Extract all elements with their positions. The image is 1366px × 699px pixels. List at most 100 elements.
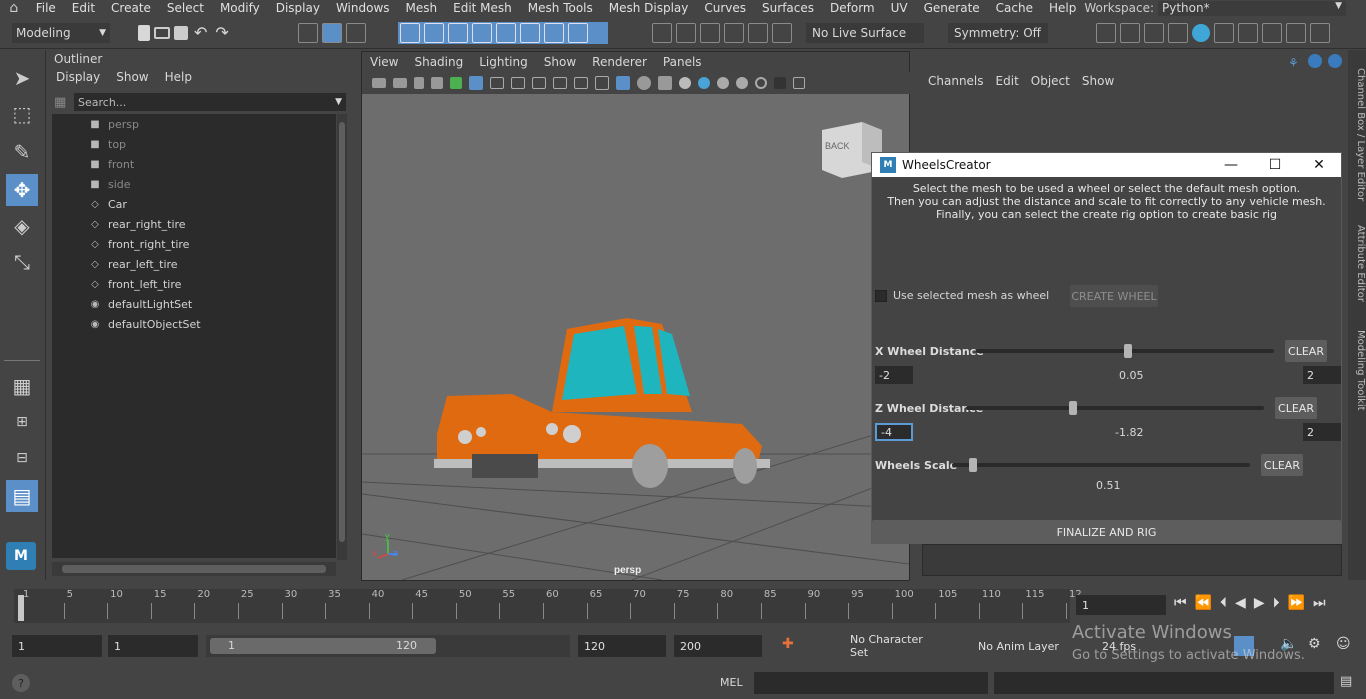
four-pane-icon[interactable]: ⊞ xyxy=(6,406,38,438)
smooth-shade-icon[interactable] xyxy=(616,76,630,90)
resolution-gate-icon[interactable] xyxy=(511,77,525,89)
live-surface-field[interactable]: No Live Surface xyxy=(806,23,924,43)
range-bar[interactable]: 1 120 xyxy=(206,635,570,657)
close-icon[interactable]: ✕ xyxy=(1297,157,1341,173)
viewport-menu-panels[interactable]: Panels xyxy=(655,55,710,69)
channel-menu-channels[interactable]: Channels xyxy=(922,74,990,88)
menu-edit[interactable]: Edit xyxy=(64,1,103,15)
x-distance-slider[interactable] xyxy=(976,344,1274,358)
outliner-menu-help[interactable]: Help xyxy=(157,70,200,84)
graph-editor-icon[interactable] xyxy=(1238,23,1258,43)
x-distance-thumb[interactable] xyxy=(1123,344,1132,358)
menu-generate[interactable]: Generate xyxy=(916,1,988,15)
output-ops-icon[interactable] xyxy=(700,23,720,43)
ao-icon[interactable] xyxy=(717,77,729,89)
viewport-menu-show[interactable]: Show xyxy=(536,55,584,69)
snap-grid-icon[interactable] xyxy=(400,23,420,43)
create-wheel-button[interactable]: CREATE WHEEL xyxy=(1070,285,1158,307)
lock-icon[interactable] xyxy=(1328,54,1342,68)
aa-icon[interactable] xyxy=(755,77,767,89)
step-back-key-icon[interactable]: ⏪ xyxy=(1195,595,1212,611)
current-frame-field[interactable]: 1 xyxy=(1076,595,1166,615)
toggle-panels-icon[interactable] xyxy=(1286,23,1306,43)
x-distance-max-field[interactable]: 2 xyxy=(1303,366,1341,384)
menu-curves[interactable]: Curves xyxy=(696,1,754,15)
paint-select-tool-icon[interactable]: ✎ xyxy=(6,136,38,168)
render-settings-icon[interactable] xyxy=(1144,23,1164,43)
outliner-layout-icon[interactable]: ▤ xyxy=(6,480,38,512)
z-distance-max-field[interactable]: 2 xyxy=(1303,423,1341,441)
sound-icon[interactable]: 🔈 xyxy=(1280,636,1297,652)
lasso-icon[interactable] xyxy=(748,23,768,43)
outliner-item[interactable]: ■ side xyxy=(52,174,336,194)
save-scene-icon[interactable] xyxy=(174,25,188,40)
bookmark-icon[interactable] xyxy=(414,77,424,89)
move-tool-icon[interactable]: ✥ xyxy=(6,174,38,206)
sym-icon[interactable] xyxy=(724,23,744,43)
new-scene-icon[interactable] xyxy=(138,24,150,41)
render-icon[interactable] xyxy=(1096,23,1116,43)
z-distance-min-field[interactable]: -4 xyxy=(875,423,913,441)
outliner-item[interactable]: ◇ rear_right_tire xyxy=(52,214,336,234)
gate-mask-icon[interactable] xyxy=(532,77,546,89)
channel-menu-show[interactable]: Show xyxy=(1076,74,1120,88)
anim-prefs-icon[interactable]: ⚙ xyxy=(1308,636,1321,652)
film-gate-icon[interactable] xyxy=(490,77,504,89)
rotate-tool-icon[interactable]: ◈ xyxy=(6,210,38,242)
snap-extra-icon[interactable] xyxy=(568,23,588,43)
channel-menu-object[interactable]: Object xyxy=(1025,74,1076,88)
outliner-search[interactable]: Search... ▼ xyxy=(74,93,346,111)
menu-display[interactable]: Display xyxy=(268,1,328,15)
go-to-end-icon[interactable]: ⏭ xyxy=(1313,595,1326,611)
command-input[interactable] xyxy=(754,672,988,694)
start-frame-field[interactable]: 1 xyxy=(12,635,102,657)
x-distance-clear-button[interactable]: CLEAR xyxy=(1285,340,1327,362)
outliner-menu-show[interactable]: Show xyxy=(108,70,156,84)
select-hierarchy-icon[interactable] xyxy=(298,23,318,43)
snap-live-icon[interactable] xyxy=(520,23,540,43)
menu-uv[interactable]: UV xyxy=(883,1,916,15)
scale-tool-icon[interactable]: ⤡ xyxy=(6,246,38,278)
shadows-icon[interactable] xyxy=(698,77,710,89)
range-handle[interactable]: 1 120 xyxy=(210,638,436,654)
xray-icon[interactable] xyxy=(793,77,805,89)
menu-surfaces[interactable]: Surfaces xyxy=(754,1,822,15)
minimize-icon[interactable]: — xyxy=(1209,157,1253,173)
outliner-item[interactable]: ◇ front_left_tire xyxy=(52,274,336,294)
timeline-track[interactable]: 1 5 10 15 20 25 30 35 40 45 50 55 60 65 70 75 80 85 90 95 10… xyxy=(14,589,1082,623)
image-plane-icon[interactable] xyxy=(431,77,443,89)
camera-select-icon[interactable] xyxy=(372,78,386,88)
safe-action-icon[interactable] xyxy=(574,77,588,89)
char-icon[interactable]: ☺ xyxy=(1336,636,1351,652)
redo-icon[interactable]: ↷ xyxy=(215,23,228,42)
tab-modeling-toolkit[interactable]: Modeling Toolkit xyxy=(1348,320,1366,420)
tab-attribute-editor[interactable]: Attribute Editor xyxy=(1348,218,1366,308)
isolate-icon[interactable] xyxy=(774,77,786,89)
menu-select[interactable]: Select xyxy=(159,1,212,15)
snap-projected-icon[interactable] xyxy=(472,23,492,43)
mode-select[interactable]: Modeling ▼ xyxy=(12,23,110,43)
outliner-menu-display[interactable]: Display xyxy=(48,70,108,84)
script-lang-label[interactable]: MEL xyxy=(720,676,743,689)
cache-playback-icon[interactable] xyxy=(1234,636,1254,656)
help-icon[interactable] xyxy=(1308,54,1322,68)
settings-icon[interactable] xyxy=(1310,23,1330,43)
outliner-item[interactable]: ◇ Car xyxy=(52,194,336,214)
hypershade-icon[interactable] xyxy=(1168,23,1188,43)
lasso-tool-icon[interactable]: ⬚ xyxy=(6,98,38,130)
end-frame-field[interactable]: 200 xyxy=(674,635,762,657)
z-distance-thumb[interactable] xyxy=(1069,401,1078,415)
menu-edit-mesh[interactable]: Edit Mesh xyxy=(445,1,520,15)
outliner-item[interactable]: ■ front xyxy=(52,154,336,174)
paint-select-icon[interactable] xyxy=(772,23,792,43)
anim-layer-select[interactable]: No Anim Layer xyxy=(972,635,1070,657)
lights-icon[interactable] xyxy=(679,77,691,89)
script-editor-icon[interactable]: ▤ xyxy=(1340,674,1352,689)
x-distance-min-field[interactable]: -2 xyxy=(875,366,913,384)
menu-create[interactable]: Create xyxy=(103,1,159,15)
step-forward-key-icon[interactable]: ⏩ xyxy=(1288,595,1305,611)
select-component-icon[interactable] xyxy=(346,23,366,43)
character-set-select[interactable]: No Character Set xyxy=(844,633,942,659)
z-distance-slider[interactable] xyxy=(966,401,1264,415)
menu-windows[interactable]: Windows xyxy=(328,1,398,15)
